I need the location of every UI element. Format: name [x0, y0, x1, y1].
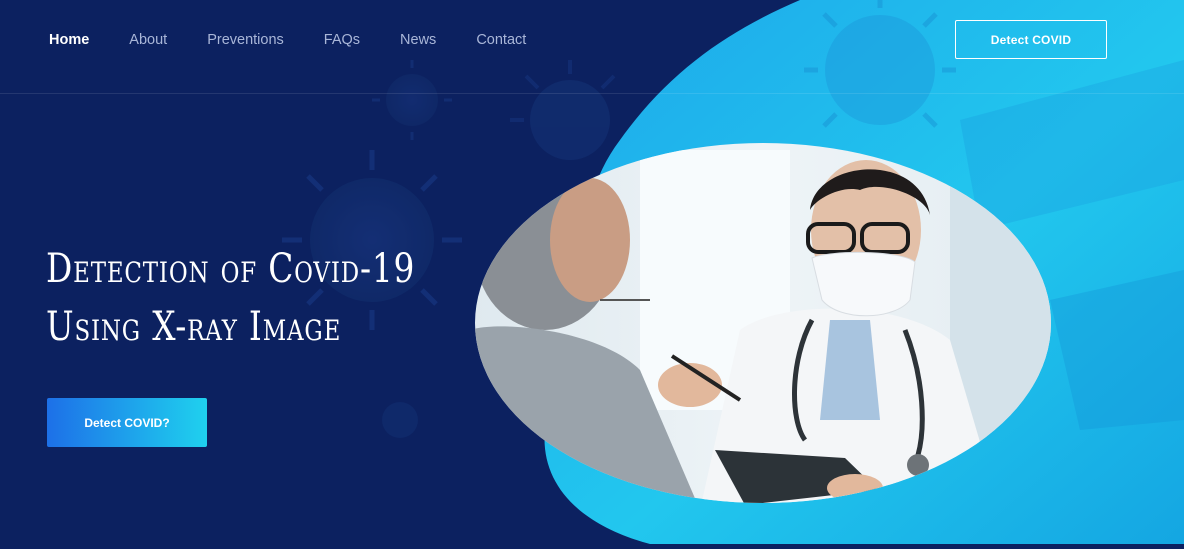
main-nav: Home About Preventions FAQs News Contact: [49, 31, 566, 49]
nav-item-news[interactable]: News: [400, 31, 436, 49]
detect-covid-nav-button[interactable]: Detect COVID: [955, 20, 1107, 59]
nav-item-preventions[interactable]: Preventions: [207, 31, 284, 49]
hero-headline-line1: Detection of Covid-19: [46, 246, 416, 292]
nav-item-home[interactable]: Home: [49, 31, 89, 49]
nav-item-faqs[interactable]: FAQs: [324, 31, 360, 49]
hero-headline-line2: Using X-ray Image: [46, 304, 342, 350]
hero-headline: Detection of Covid-19 Using X-ray Image: [46, 240, 415, 356]
nav-item-contact[interactable]: Contact: [476, 31, 526, 49]
nav-item-about[interactable]: About: [129, 31, 167, 49]
top-navigation-bar: Home About Preventions FAQs News Contact…: [0, 0, 1184, 94]
detect-covid-cta-button[interactable]: Detect COVID?: [47, 398, 207, 447]
